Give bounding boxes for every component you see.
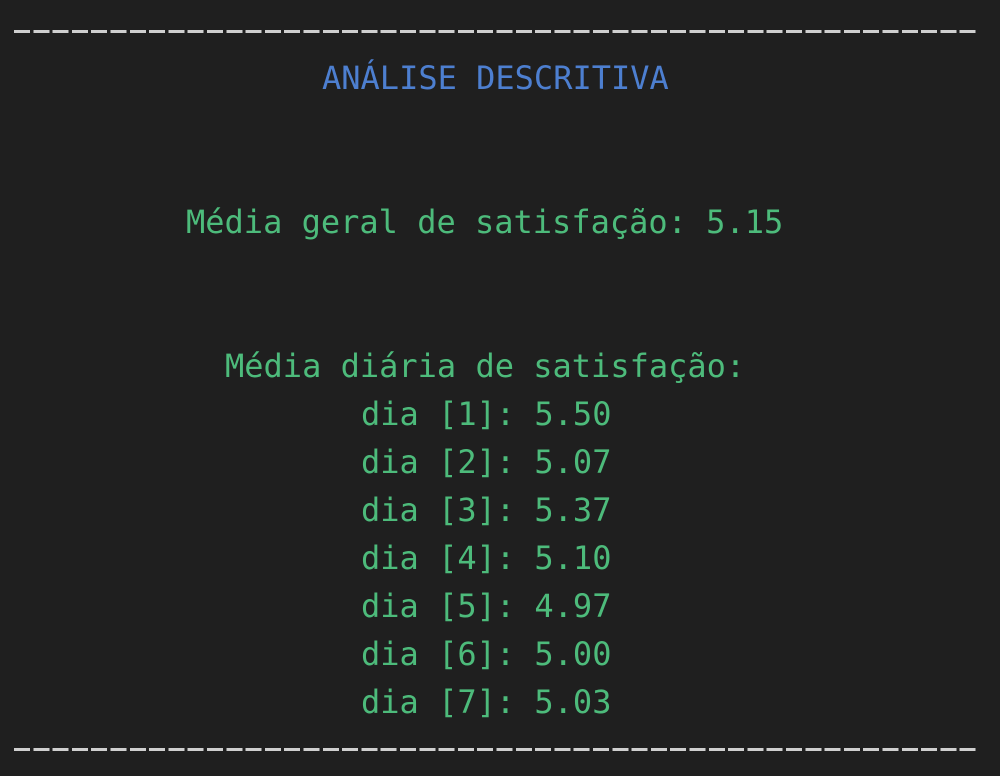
daily-row-6: dia [6]: 5.00 [361,635,612,673]
section-title: ANÁLISE DESCRITIVA [322,59,669,97]
daily-row-4: dia [4]: 5.10 [361,539,612,577]
bottom-separator [14,748,978,751]
daily-row-7: dia [7]: 5.03 [361,683,612,721]
top-separator [14,30,978,33]
terminal-output: ANÁLISE DESCRITIVA Média geral de satisf… [0,0,1000,776]
overall-satisfaction: Média geral de satisfação: 5.15 [186,203,784,241]
daily-row-5: dia [5]: 4.97 [361,587,612,625]
daily-satisfaction-header: Média diária de satisfação: [225,347,746,385]
daily-row-3: dia [3]: 5.37 [361,491,612,529]
daily-row-1: dia [1]: 5.50 [361,395,612,433]
daily-row-2: dia [2]: 5.07 [361,443,612,481]
